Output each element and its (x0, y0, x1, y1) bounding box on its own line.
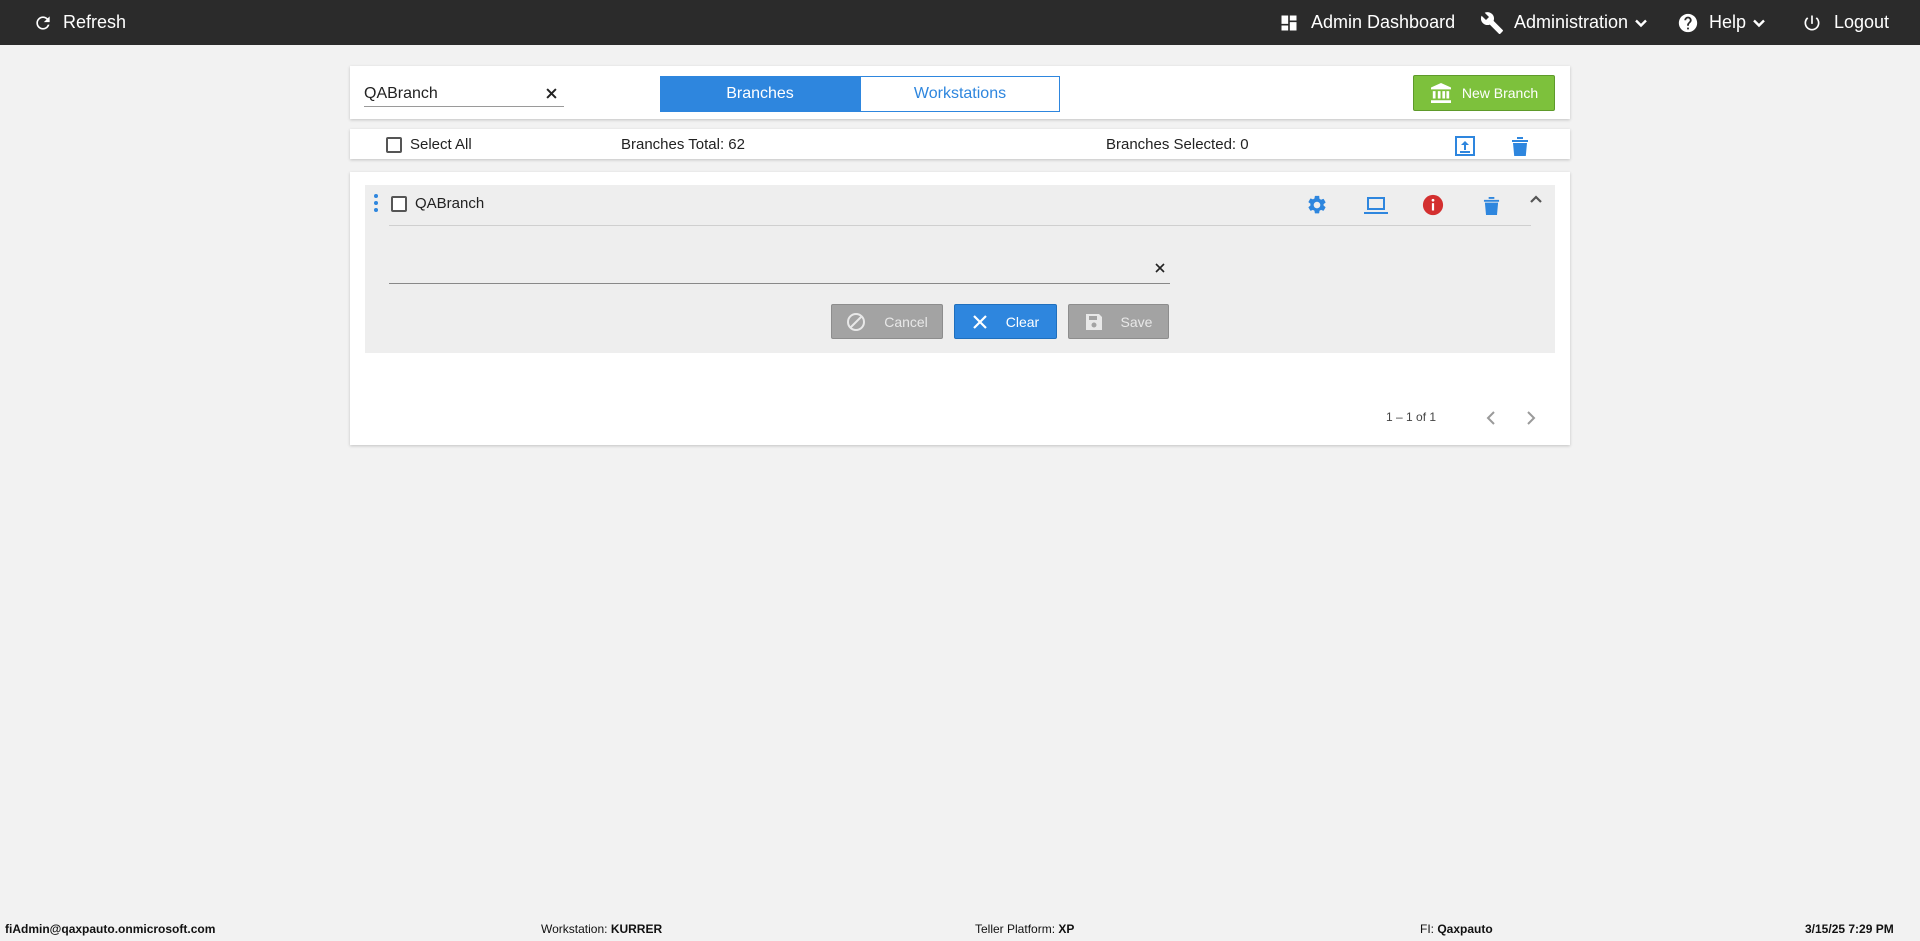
footer-teller-platform: Teller Platform: XP (975, 922, 1074, 936)
admin-dashboard-link[interactable]: Admin Dashboard (1279, 0, 1455, 45)
pagination-range: 1 – 1 of 1 (1386, 410, 1437, 424)
footer-user: fiAdmin@qaxpauto.onmicrosoft.com (5, 922, 216, 936)
branch-row-header: QABranch (365, 185, 1555, 225)
logout-button[interactable]: Logout (1802, 0, 1889, 45)
search-input[interactable] (364, 82, 534, 106)
trash-icon (1512, 137, 1528, 156)
refresh-button[interactable]: Refresh (33, 0, 126, 45)
branch-row-expanded: QABranch Cancel Clear Save (365, 185, 1555, 353)
chevron-right-icon (1527, 411, 1536, 425)
branch-workstations-button[interactable] (1363, 193, 1389, 217)
row-divider (389, 225, 1531, 226)
trash-icon (1483, 196, 1499, 215)
footer-fi: FI: Qaxpauto (1420, 922, 1493, 936)
cancel-label: Cancel (884, 313, 928, 330)
tab-branches[interactable]: Branches (660, 76, 860, 112)
branches-selected: Branches Selected: 0 (1106, 136, 1249, 153)
select-all-label: Select All (410, 136, 472, 153)
branch-edit-field (389, 258, 1170, 284)
gear-icon (1308, 195, 1326, 214)
clear-label: Clear (1005, 313, 1040, 330)
administration-label: Administration (1514, 12, 1629, 32)
upload-button[interactable] (1453, 134, 1477, 158)
bank-icon (1430, 83, 1451, 103)
selection-summary-bar: Select All Branches Total: 62 Branches S… (350, 129, 1570, 159)
previous-page-button[interactable] (1481, 408, 1501, 428)
footer-workstation: Workstation: KURRER (541, 922, 662, 936)
branch-settings-button[interactable] (1305, 193, 1329, 217)
wrench-icon (1480, 11, 1503, 34)
save-label: Save (1120, 313, 1153, 330)
drag-handle-icon[interactable] (373, 194, 379, 212)
view-toggle: Branches Workstations (660, 76, 1060, 112)
close-icon (545, 87, 557, 99)
chevron-down-icon (1635, 19, 1647, 27)
workstation-value: KURRER (610, 922, 663, 936)
branch-name: QABranch (415, 195, 485, 212)
teller-platform-label: Teller Platform: (975, 922, 1056, 936)
select-all-checkbox[interactable] (386, 136, 402, 153)
info-icon (1422, 194, 1444, 216)
fi-label: FI: (1420, 922, 1434, 936)
administration-menu[interactable]: Administration (1480, 0, 1648, 45)
branches-total: Branches Total: 62 (621, 136, 745, 153)
save-button[interactable]: Save (1068, 304, 1169, 339)
footer-datetime: 3/15/25 7:29 PM (1805, 922, 1894, 936)
status-footer: fiAdmin@qaxpauto.onmicrosoft.com Worksta… (0, 917, 1920, 941)
fi-value: Qaxpauto (1437, 922, 1493, 936)
search-field (364, 82, 564, 107)
logout-label: Logout (1834, 12, 1890, 32)
cancel-button[interactable]: Cancel (831, 304, 943, 339)
help-menu[interactable]: Help (1677, 0, 1766, 45)
workstation-label: Workstation: (541, 922, 608, 936)
close-icon (972, 314, 987, 329)
chevron-up-icon (1530, 195, 1542, 203)
refresh-icon (36, 15, 50, 30)
power-icon (1804, 15, 1820, 30)
new-branch-button[interactable]: New Branch (1413, 75, 1555, 111)
branch-row-checkbox[interactable] (391, 196, 407, 212)
clear-button[interactable]: Clear (954, 304, 1057, 339)
branch-delete-button[interactable] (1479, 193, 1503, 217)
laptop-icon (1364, 197, 1388, 214)
branch-toolbar-card: Branches Workstations New Branch (350, 66, 1570, 119)
block-icon (847, 312, 866, 331)
chevron-left-icon (1486, 411, 1495, 425)
tab-workstations[interactable]: Workstations (860, 76, 1060, 112)
select-all-control[interactable]: Select All (386, 136, 472, 153)
teller-platform-value: XP (1058, 922, 1075, 936)
branch-list-card: QABranch Cancel Clear Save 1 – 1 of 1 (350, 172, 1570, 445)
chevron-down-icon (1753, 19, 1765, 27)
upload-icon (1455, 136, 1475, 156)
top-navigation-bar: Refresh Admin Dashboard Administration H… (0, 0, 1920, 45)
new-branch-label: New Branch (1461, 85, 1539, 101)
search-clear-button[interactable] (542, 84, 560, 102)
admin-dashboard-label: Admin Dashboard (1311, 12, 1456, 32)
dashboard-icon (1281, 15, 1297, 30)
help-circle-icon (1678, 13, 1698, 32)
close-icon (1155, 263, 1165, 273)
help-label: Help (1709, 12, 1747, 32)
delete-selected-button[interactable] (1509, 134, 1531, 158)
collapse-button[interactable] (1528, 191, 1544, 207)
edit-clear-button[interactable] (1152, 260, 1168, 276)
save-icon (1085, 313, 1102, 330)
next-page-button[interactable] (1521, 408, 1541, 428)
refresh-label: Refresh (63, 12, 127, 32)
branch-info-button[interactable] (1421, 193, 1445, 217)
branch-edit-input[interactable] (389, 258, 1129, 282)
